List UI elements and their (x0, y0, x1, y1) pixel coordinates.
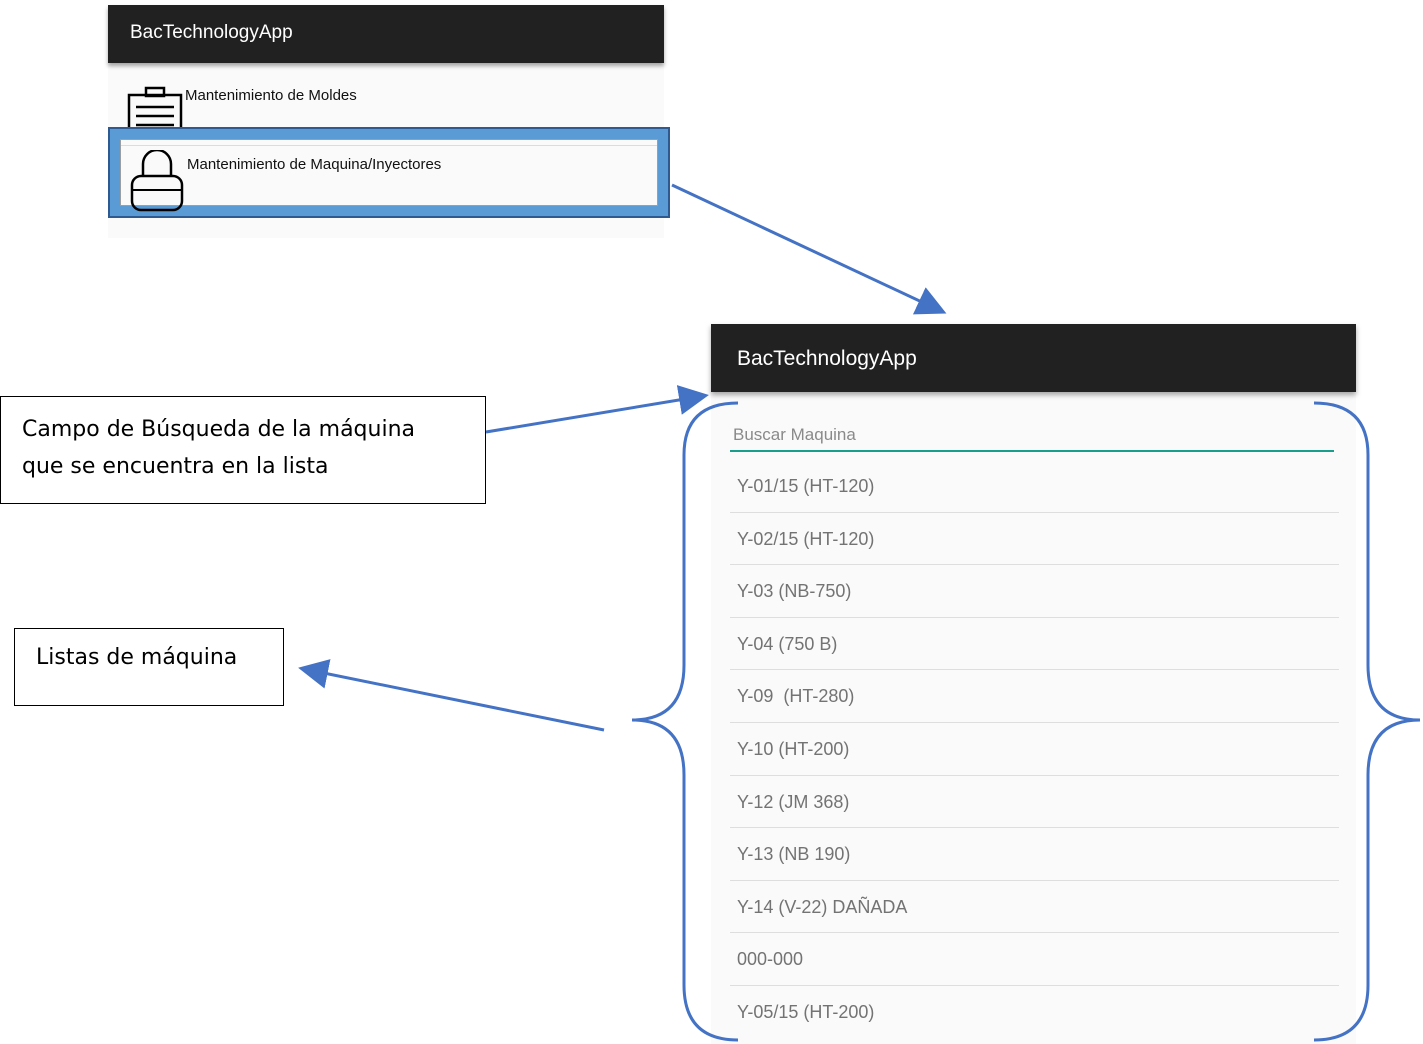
right-brace (1313, 401, 1421, 1042)
left-brace (631, 401, 739, 1042)
annotation-overlay (298, 183, 1421, 1042)
arrow-list-callout (298, 659, 605, 732)
arrow-search-callout (485, 385, 709, 434)
arrow-to-list-screen (671, 183, 947, 315)
